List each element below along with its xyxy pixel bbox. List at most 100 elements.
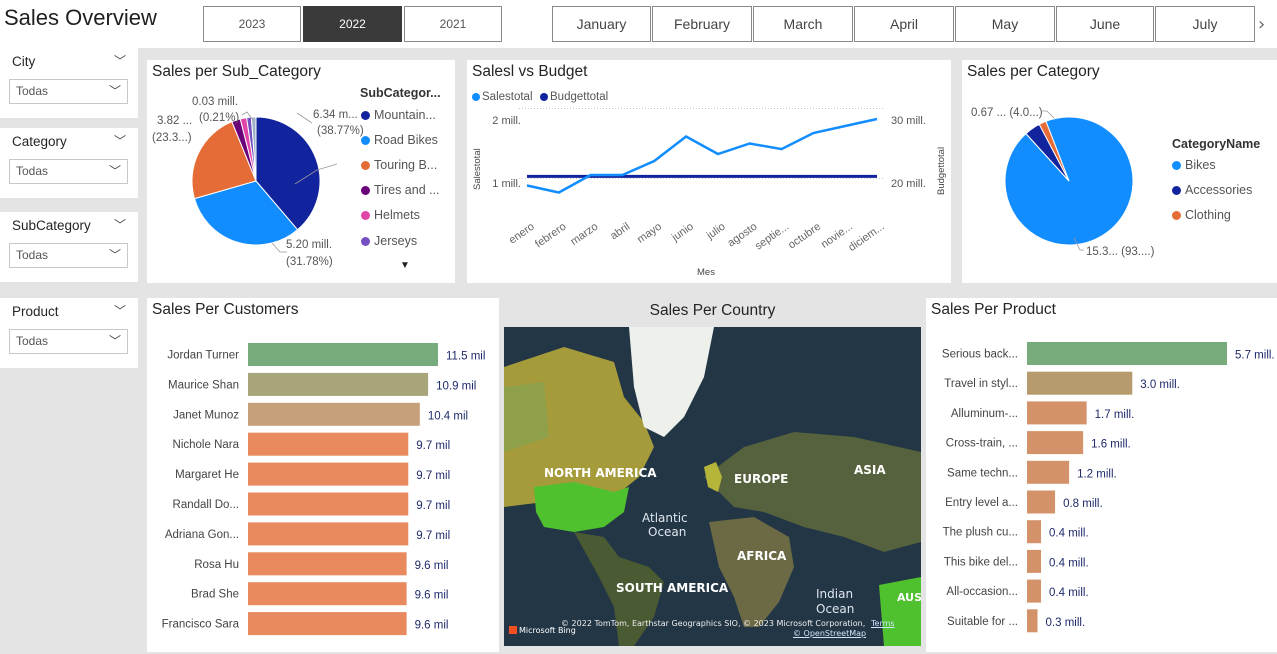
chevron-down-icon[interactable]: ﹀ bbox=[114, 52, 126, 69]
legend-item-tires[interactable]: Tires and ... bbox=[361, 183, 440, 197]
legend-item-clothing[interactable]: Clothing bbox=[1172, 208, 1231, 222]
map-label-indian: Indian bbox=[816, 587, 854, 601]
value-label: 9.7 mil bbox=[416, 470, 450, 482]
category-label: This bike del... bbox=[944, 556, 1018, 568]
product-bar-visual[interactable]: Sales Per Product Serious back... 5.7 mil… bbox=[926, 298, 1277, 652]
customers-bar-visual[interactable]: Sales Per Customers Jordan Turner 11.5 mi… bbox=[147, 298, 499, 652]
legend-label: Tires and ... bbox=[374, 183, 440, 197]
value-label: 0.4 mill. bbox=[1049, 587, 1089, 599]
value-label: 9.7 mil bbox=[416, 530, 450, 542]
category-label: Adriana Gon... bbox=[165, 529, 239, 541]
subcategory-dropdown[interactable]: Todas ﹀ bbox=[9, 243, 128, 268]
chevron-down-icon[interactable]: ﹀ bbox=[114, 132, 126, 149]
data-label: 0.67 ... (4.0...) bbox=[971, 107, 1043, 119]
data-label: 6.34 m... bbox=[313, 109, 358, 121]
map-label-atlantic-ocean: Ocean bbox=[648, 525, 687, 539]
legend-item-mountain[interactable]: Mountain... bbox=[361, 108, 436, 122]
chevron-down-icon[interactable]: ﹀ bbox=[114, 302, 126, 319]
category-label: Serious back... bbox=[942, 349, 1018, 361]
map-label-africa: AFRICA bbox=[737, 549, 787, 563]
legend-item-bikes[interactable]: Bikes bbox=[1172, 158, 1216, 172]
legend-dot bbox=[1172, 186, 1181, 195]
legend-item-road[interactable]: Road Bikes bbox=[361, 133, 438, 147]
leader-line bbox=[271, 242, 287, 253]
year-button-2022[interactable]: 2022 bbox=[303, 6, 402, 42]
openstreetmap-link[interactable]: © OpenStreetMap bbox=[793, 629, 866, 638]
legend-label: Accessories bbox=[1185, 183, 1253, 197]
year-button-2021[interactable]: 2021 bbox=[404, 6, 502, 42]
month-button-july[interactable]: July bbox=[1155, 6, 1255, 42]
data-label: 15.3... (93....) bbox=[1086, 246, 1155, 258]
month-button-april[interactable]: April bbox=[854, 6, 954, 42]
y-axis-label-right: Budgettotal bbox=[936, 147, 947, 195]
legend-dot bbox=[361, 136, 370, 145]
visual-title: Sales Per Country bbox=[649, 302, 776, 319]
month-button-june[interactable]: June bbox=[1056, 6, 1154, 42]
product-dropdown[interactable]: Todas ﹀ bbox=[9, 329, 128, 354]
sales-vs-budget-visual[interactable]: Salesl vs Budget Salestotal Budgettotal … bbox=[467, 60, 951, 283]
bar bbox=[248, 372, 429, 396]
bar bbox=[1027, 460, 1070, 484]
year-button-2023[interactable]: 2023 bbox=[203, 6, 301, 42]
map-label-indian-ocean: Ocean bbox=[816, 602, 855, 616]
legend-item-accessories[interactable]: Accessories bbox=[1172, 183, 1252, 197]
value-label: 3.0 mill. bbox=[1140, 379, 1180, 391]
category-label: Alluminum-... bbox=[951, 408, 1018, 420]
slicer-title: Product bbox=[12, 304, 59, 319]
chevron-down-icon: ﹀ bbox=[108, 334, 121, 348]
world-map[interactable]: NORTH AMERICA EUROPE ASIA AFRICA SOUTH A… bbox=[504, 327, 921, 646]
slicer-subcategory: SubCategory ﹀ Todas ﹀ bbox=[0, 212, 138, 282]
value-label: 0.3 mill. bbox=[1046, 617, 1086, 629]
legend-dot bbox=[361, 186, 370, 195]
category-label: All-occasion... bbox=[946, 586, 1018, 598]
legend-item-helmets[interactable]: Helmets bbox=[361, 208, 420, 222]
category-label: Jordan Turner bbox=[167, 350, 239, 362]
category-label: Francisco Sara bbox=[162, 619, 240, 631]
value-label: 1.7 mill. bbox=[1095, 409, 1135, 421]
category-dropdown[interactable]: Todas ﹀ bbox=[9, 159, 128, 184]
chevron-right-icon[interactable]: › bbox=[1258, 14, 1265, 35]
x-tick-label: febrero bbox=[533, 221, 568, 251]
data-label: 5.20 mill. bbox=[286, 239, 332, 251]
month-button-january[interactable]: January bbox=[552, 6, 651, 42]
value-label: 5.7 mill. bbox=[1235, 350, 1275, 362]
legend-dot bbox=[1172, 211, 1181, 220]
bar bbox=[1027, 490, 1056, 514]
data-label: (23.3...) bbox=[152, 132, 192, 144]
chevron-down-icon: ﹀ bbox=[108, 84, 121, 98]
chevron-down-icon: ﹀ bbox=[108, 164, 121, 178]
value-label: 0.8 mill. bbox=[1063, 498, 1103, 510]
city-dropdown[interactable]: Todas ﹀ bbox=[9, 79, 128, 104]
month-button-march[interactable]: March bbox=[753, 6, 853, 42]
dropdown-value: Todas bbox=[16, 248, 49, 262]
value-label: 9.7 mil bbox=[416, 440, 450, 452]
category-pie-chart: 0.67 ... (4.0...) 15.3... (93....) bbox=[971, 107, 1155, 258]
month-button-february[interactable]: February bbox=[652, 6, 752, 42]
bar bbox=[1027, 401, 1087, 425]
x-tick-label: mayo bbox=[635, 221, 664, 246]
caret-down-icon[interactable]: ▼ bbox=[400, 260, 410, 271]
y-tick-label: 30 mill. bbox=[891, 115, 926, 127]
month-button-may[interactable]: May bbox=[955, 6, 1055, 42]
map-label-south-america: SOUTH AMERICA bbox=[616, 581, 729, 595]
sub-category-pie-visual[interactable]: Sales per Sub_Category 6.34 m... (38.77%… bbox=[147, 60, 455, 283]
legend-dot bbox=[361, 161, 370, 170]
australia-region bbox=[879, 577, 921, 646]
value-label: 0.4 mill. bbox=[1049, 528, 1089, 540]
legend-dot bbox=[361, 211, 370, 220]
x-tick-label: julio bbox=[704, 221, 728, 243]
bar bbox=[1027, 520, 1042, 544]
value-label: 9.6 mil bbox=[415, 590, 449, 602]
category-label: Suitable for ... bbox=[947, 616, 1018, 628]
y-tick-label: 2 mill. bbox=[492, 115, 521, 127]
value-label: 11.5 mil bbox=[446, 351, 485, 363]
map-terms-link[interactable]: Terms bbox=[871, 619, 895, 628]
legend-item-touring[interactable]: Touring B... bbox=[361, 158, 437, 172]
legend-title: CategoryName bbox=[1172, 137, 1261, 151]
chevron-down-icon[interactable]: ﹀ bbox=[114, 216, 126, 233]
y-axis-label-left: Salestotal bbox=[472, 148, 483, 190]
category-pie-visual[interactable]: Sales per Category 0.67 ... (4.0...) 15.… bbox=[962, 60, 1277, 283]
legend-label: Helmets bbox=[374, 208, 420, 222]
x-tick-label: enero bbox=[507, 221, 537, 247]
legend-item-jerseys[interactable]: Jerseys bbox=[361, 234, 417, 248]
